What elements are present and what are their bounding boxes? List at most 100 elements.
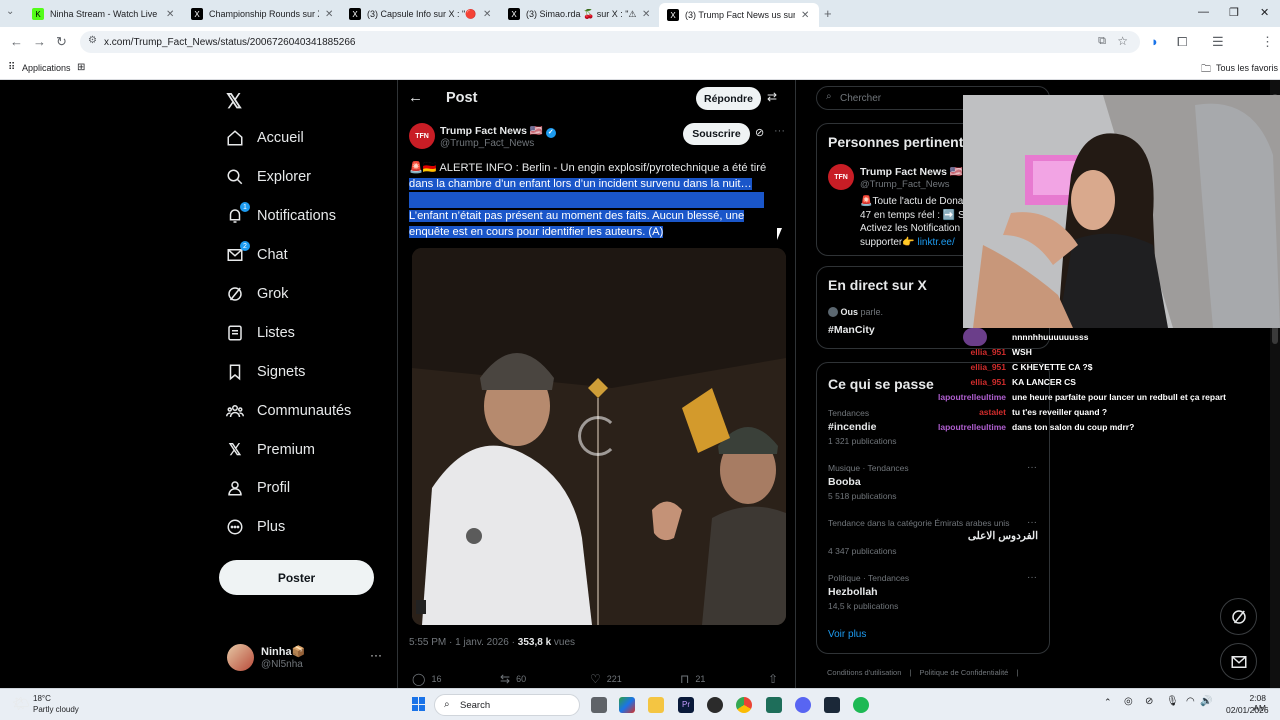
sidebar-item-lists[interactable]: Listes xyxy=(226,324,295,342)
browser-tab[interactable]: X (3) Simao.rda 🍒 sur X : "⚠Le 3 ✕ xyxy=(500,3,660,25)
grok-icon[interactable]: ⊘ xyxy=(755,126,764,139)
install-app-icon[interactable]: ⧉ xyxy=(1098,35,1106,48)
file-explorer-icon[interactable] xyxy=(648,697,664,713)
new-tab-button[interactable]: + xyxy=(824,6,832,21)
weather-temp[interactable]: 18°C xyxy=(33,694,51,703)
weather-desc[interactable]: Partly cloudy xyxy=(33,705,79,714)
sidebar-item-communities[interactable]: Communautés xyxy=(226,402,351,420)
sidebar-item-chat[interactable]: 2 Chat xyxy=(226,241,288,264)
tray-app-icon[interactable]: ◎ xyxy=(1124,696,1133,707)
author-name[interactable]: Trump Fact News 🇺🇸 ✓ xyxy=(440,124,556,138)
account-menu-icon[interactable]: ··· xyxy=(370,648,382,662)
subscribe-button[interactable]: Souscrire xyxy=(683,123,750,145)
reload-icon[interactable]: ↻ xyxy=(56,34,67,50)
steam-icon[interactable] xyxy=(824,697,840,713)
back-arrow-icon[interactable]: ← xyxy=(408,89,423,106)
address-bar[interactable]: ⚙ x.com/Trump_Fact_News/status/200672604… xyxy=(80,31,1140,53)
trend-name[interactable]: Hezbollah xyxy=(828,586,878,598)
post-button[interactable]: Poster xyxy=(219,560,374,595)
more-options-icon[interactable]: ··· xyxy=(774,125,785,137)
settings-sliders-icon[interactable]: ⇄ xyxy=(767,90,777,104)
close-window-icon[interactable]: ✕ xyxy=(1260,6,1269,19)
chat-username[interactable]: lapoutrelleultime xyxy=(900,392,1006,402)
bio-link[interactable]: linktr.ee/ xyxy=(917,237,954,248)
browser-menu-icon[interactable]: ⋮ xyxy=(1261,34,1274,50)
like-action[interactable]: ♡ 221 xyxy=(590,672,622,686)
extension-icon[interactable]: ◗ xyxy=(1151,34,1159,49)
sidebar-item-profile[interactable]: Profil xyxy=(226,479,290,497)
apps-bookmark[interactable]: Applications xyxy=(22,63,71,73)
browser-tab[interactable]: K Ninha Stream - Watch Live on K ✕ xyxy=(24,3,184,25)
browser-tab-active[interactable]: X (3) Trump Fact News us sur X : " ✕ xyxy=(659,3,819,27)
sidebar-item-premium[interactable]: 𝕏 Premium xyxy=(226,441,315,459)
minimize-icon[interactable]: — xyxy=(1198,6,1209,18)
author-avatar[interactable]: TFN xyxy=(409,123,435,149)
obs-icon[interactable] xyxy=(707,697,723,713)
trend-more-icon[interactable]: ··· xyxy=(1027,462,1037,473)
tab-list-button[interactable]: ⌄ xyxy=(6,6,14,17)
sidebar-item-home[interactable]: Accueil xyxy=(226,129,304,147)
chat-username[interactable]: astalet xyxy=(940,407,1006,417)
sidebar-item-more[interactable]: Plus xyxy=(226,518,285,536)
chat-username[interactable]: ellia_951 xyxy=(940,362,1006,372)
microphone-icon[interactable]: 🎙 xyxy=(1166,696,1179,707)
person-name[interactable]: Trump Fact News 🇺🇸 xyxy=(860,165,963,178)
person-avatar[interactable]: TFN xyxy=(828,164,854,190)
tray-app-icon[interactable]: ⊘ xyxy=(1145,696,1153,707)
taskbar-search[interactable]: ⌕ Search xyxy=(434,694,580,716)
close-tab-icon[interactable]: ✕ xyxy=(483,9,491,20)
premiere-pro-icon[interactable]: Pr xyxy=(678,697,694,713)
browser-tab[interactable]: X (3) Capsule Info sur X : "🔴 ⚠ A ✕ xyxy=(341,3,501,25)
spotify-icon[interactable] xyxy=(853,697,869,713)
sidebar-item-notifications[interactable]: 1 Notifications xyxy=(226,202,336,225)
close-tab-icon[interactable]: ✕ xyxy=(325,9,333,20)
extensions-puzzle-icon[interactable]: ⧠ xyxy=(1177,34,1187,50)
browser-tab[interactable]: X Championship Rounds sur X : " ✕ xyxy=(183,3,343,25)
chat-username[interactable]: ellia_951 xyxy=(940,377,1006,387)
trend-name[interactable]: الفردوس الاعلى xyxy=(968,530,1038,542)
live-speaker[interactable]: Ous parle. xyxy=(828,307,883,317)
x-logo-icon[interactable]: 𝕏 xyxy=(226,89,242,114)
tray-overflow-icon[interactable]: ⌃ xyxy=(1104,697,1112,708)
windows-start-icon[interactable] xyxy=(412,697,426,711)
trend-more-icon[interactable]: ··· xyxy=(1027,517,1037,528)
share-action[interactable]: ⇧ xyxy=(768,672,778,686)
tab-groups-icon[interactable]: ⊞ xyxy=(77,62,85,73)
chat-username[interactable]: ellia_951 xyxy=(940,347,1006,357)
repost-action[interactable]: ⇆ 60 xyxy=(500,672,526,686)
chrome-icon[interactable] xyxy=(736,697,752,713)
terms-link[interactable]: Conditions d'utilisation xyxy=(827,668,901,677)
trend-name[interactable]: #incendie xyxy=(828,421,876,433)
reply-action[interactable]: ◯ 16 xyxy=(412,672,441,686)
see-more-link[interactable]: Voir plus xyxy=(828,629,866,640)
privacy-link[interactable]: Politique de Confidentialité xyxy=(920,668,1009,677)
all-bookmarks[interactable]: Tous les favoris xyxy=(1216,63,1278,73)
volume-icon[interactable]: 🔊 xyxy=(1200,696,1212,707)
bookmark-action[interactable]: ⊓ 21 xyxy=(680,672,705,686)
side-panel-icon[interactable]: ☰ xyxy=(1212,34,1224,50)
live-topic[interactable]: #ManCity xyxy=(828,324,875,336)
restore-icon[interactable]: ❐ xyxy=(1229,6,1239,19)
bookmark-star-icon[interactable]: ☆ xyxy=(1117,34,1128,48)
copilot-icon[interactable] xyxy=(619,697,635,713)
sidebar-item-bookmarks[interactable]: Signets xyxy=(226,363,305,381)
close-tab-icon[interactable]: ✕ xyxy=(166,9,174,20)
trend-name[interactable]: Booba xyxy=(828,476,861,488)
close-tab-icon[interactable]: ✕ xyxy=(642,9,650,20)
grok-floating-button[interactable] xyxy=(1220,598,1257,635)
discord-icon[interactable] xyxy=(795,697,811,713)
reply-button[interactable]: Répondre xyxy=(696,87,761,110)
back-icon[interactable]: ← xyxy=(10,34,23,49)
messages-floating-button[interactable] xyxy=(1220,643,1257,680)
site-info-icon[interactable]: ⚙ xyxy=(88,35,97,46)
avatar[interactable] xyxy=(227,644,254,671)
post-video[interactable] xyxy=(412,248,786,625)
sidebar-item-explore[interactable]: Explorer xyxy=(226,168,311,186)
chat-username[interactable]: lapoutrelleultime xyxy=(900,422,1006,432)
app-icon[interactable] xyxy=(766,697,782,713)
wifi-icon[interactable]: ◠ xyxy=(1186,696,1195,707)
sidebar-item-grok[interactable]: Grok xyxy=(226,285,288,303)
task-view-icon[interactable] xyxy=(591,697,607,713)
author-handle[interactable]: @Trump_Fact_News xyxy=(440,138,534,149)
close-tab-icon[interactable]: ✕ xyxy=(801,10,809,21)
